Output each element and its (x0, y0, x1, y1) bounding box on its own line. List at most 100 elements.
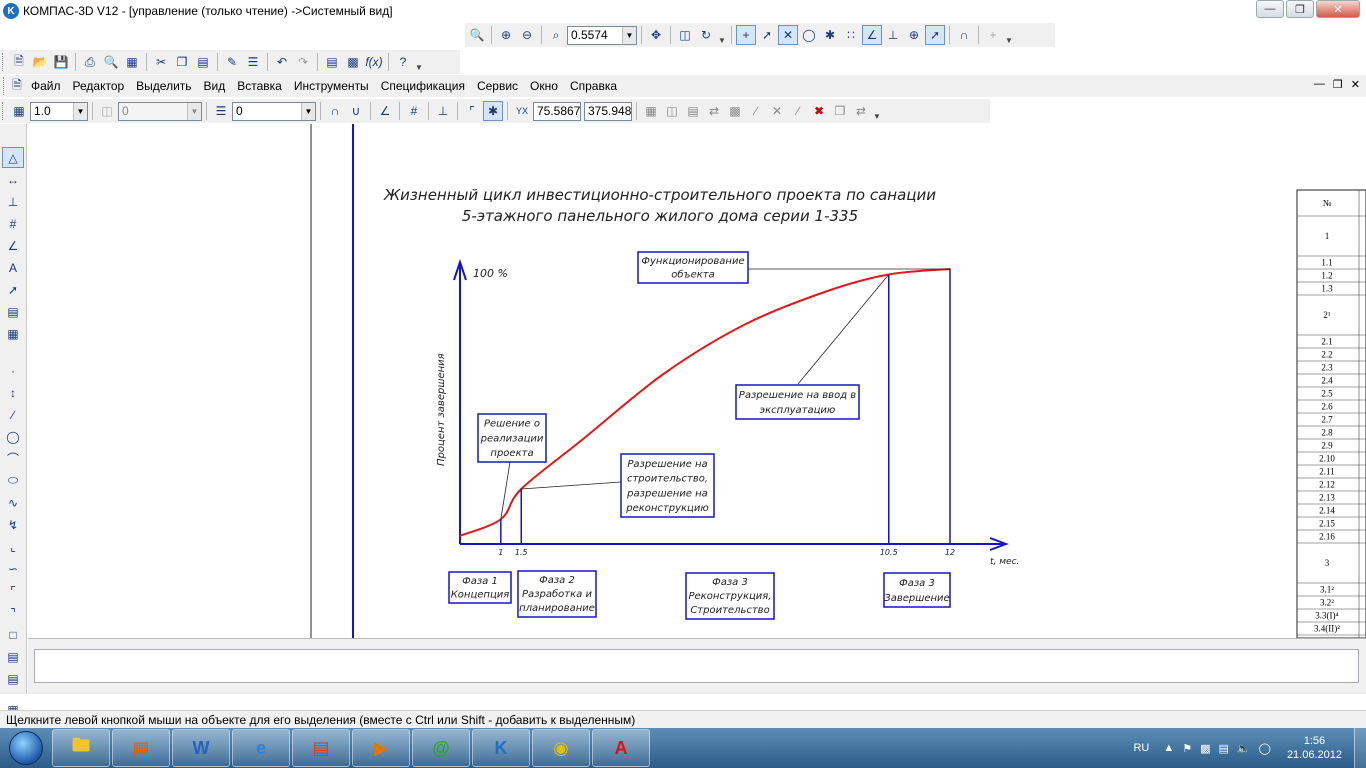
circle-tool-icon[interactable]: ◯ (2, 426, 24, 447)
doc-close-icon[interactable]: ✕ (1351, 78, 1360, 91)
hatch-tool-icon[interactable]: ▤ (2, 668, 24, 689)
edit-icon-5[interactable]: ▩ (725, 101, 745, 121)
segment-tool-icon[interactable]: ∕ (2, 404, 24, 425)
edit-icon-10[interactable]: ⇄ (851, 101, 871, 121)
redraw-icon[interactable]: ↻ (696, 25, 716, 45)
chevron-down-icon[interactable]: ▼ (622, 26, 636, 44)
add-icon[interactable]: + (983, 25, 1003, 45)
new-file-icon[interactable]: 🗎 (9, 52, 29, 72)
local-cs-icon[interactable]: ⊥ (433, 101, 453, 121)
volume-icon[interactable]: 🔈 (1237, 742, 1251, 755)
equidistant-tool-icon[interactable]: ▤ (2, 646, 24, 667)
pan-icon[interactable]: ✥ (646, 25, 666, 45)
style-combo[interactable]: 0 ▼ (232, 101, 316, 121)
spec-tool-icon[interactable]: ▤ (2, 301, 24, 322)
word-icon[interactable]: W (172, 729, 230, 767)
edit-icon-8[interactable]: ∕ (788, 101, 808, 121)
snap-angle-icon[interactable]: ∠ (862, 25, 882, 45)
menu-insert[interactable]: Вставка (231, 79, 288, 93)
zoom-in-icon[interactable]: ⊕ (496, 25, 516, 45)
edit-icon-9[interactable]: ❐ (830, 101, 850, 121)
snap-aligned-icon[interactable]: ➚ (925, 25, 945, 45)
help-icon[interactable]: ? (393, 52, 413, 72)
chevron-down-icon[interactable]: ▼ (73, 102, 87, 120)
kompas-icon[interactable]: K (472, 729, 530, 767)
snap-intersect-icon[interactable]: ✕ (778, 25, 798, 45)
rectangle-tool-icon[interactable]: □ (2, 624, 24, 645)
parametrization-tool-icon[interactable]: ∠ (2, 235, 24, 256)
ie-icon[interactable]: e (232, 729, 290, 767)
snap-xy-icon[interactable]: ⊥ (883, 25, 903, 45)
chrome-icon[interactable]: ◉ (532, 729, 590, 767)
snap-point-icon[interactable]: + (736, 25, 756, 45)
doc-minimize-icon[interactable]: — (1314, 78, 1325, 91)
security-icon[interactable]: ▩ (1200, 742, 1210, 755)
kompas-installer-icon[interactable]: ▦ (112, 729, 170, 767)
edit-icon-7[interactable]: ✕ (767, 101, 787, 121)
power-icon[interactable]: ◯ (1259, 742, 1271, 755)
menu-select[interactable]: Выделить (130, 79, 197, 93)
restore-icon[interactable]: ❐ (1286, 0, 1314, 18)
edit-icon-2[interactable]: ◫ (662, 101, 682, 121)
minimize-icon[interactable]: — (1256, 0, 1284, 18)
manager-icon[interactable]: ▤ (322, 52, 342, 72)
close-icon[interactable]: ✕ (1316, 0, 1360, 18)
snap-center-icon[interactable]: ⊕ (904, 25, 924, 45)
menu-file[interactable]: Файл (25, 79, 67, 93)
snap-nearest-icon[interactable]: ➚ (757, 25, 777, 45)
ellipse-tool-icon[interactable]: ⬭ (2, 470, 24, 491)
snap-tangent-icon[interactable]: ◯ (799, 25, 819, 45)
clock[interactable]: 1:56 21.06.2012 (1287, 734, 1342, 762)
doc-restore-icon[interactable]: ❐ (1333, 78, 1343, 91)
contour-tool-icon[interactable]: ⌞ (2, 536, 24, 557)
edit-icon-4[interactable]: ⇄ (704, 101, 724, 121)
layer-combo[interactable]: 0 ▼ (118, 101, 202, 121)
report-tool-icon[interactable]: ▦ (2, 323, 24, 344)
drawing-canvas[interactable]: Жизненный цикл инвестиционно-строительно… (28, 124, 1366, 638)
spline-tool-icon[interactable]: ∿ (2, 492, 24, 513)
chamfer-tool-icon[interactable]: ⌜ (2, 580, 24, 601)
copy-icon[interactable]: ❐ (172, 52, 192, 72)
point-tool-icon[interactable]: · (2, 360, 24, 381)
bezier-tool-icon[interactable]: ∽ (2, 558, 24, 579)
save-icon[interactable]: 💾 (51, 52, 71, 72)
fillet-tool-icon[interactable]: ⌝ (2, 602, 24, 623)
toolbar-chevron-icon[interactable]: ▼ (872, 101, 882, 121)
magnet-icon[interactable]: ∩ (325, 101, 345, 121)
ppt-icon[interactable]: ▤ (292, 729, 350, 767)
menu-service[interactable]: Сервис (471, 79, 524, 93)
coord-y-field[interactable]: 375.948 (584, 101, 632, 121)
toolbar-chevron-icon[interactable]: ▼ (1004, 25, 1014, 45)
print-preview-icon[interactable]: 🔍 (101, 52, 121, 72)
delete-icon[interactable]: ✖ (809, 101, 829, 121)
snap-normal-icon[interactable]: ✱ (820, 25, 840, 45)
properties-icon[interactable]: ☰ (243, 52, 263, 72)
variables-icon[interactable]: f(x) (364, 52, 384, 72)
open-file-icon[interactable]: 📂 (30, 52, 50, 72)
measure-tool-icon[interactable]: A (2, 257, 24, 278)
zoom-out-icon[interactable]: ⊖ (517, 25, 537, 45)
toolbar-chevron-icon[interactable]: ▼ (717, 25, 727, 45)
orthogonal-mode-icon[interactable]: ⌜ (462, 101, 482, 121)
menu-editor[interactable]: Редактор (67, 79, 131, 93)
network-icon[interactable]: ▤ (1219, 742, 1229, 755)
avira-icon[interactable]: A (592, 729, 650, 767)
menu-help[interactable]: Справка (564, 79, 623, 93)
menu-tools[interactable]: Инструменты (288, 79, 375, 93)
library-icon[interactable]: ▩ (343, 52, 363, 72)
ortho-icon[interactable]: ∠ (375, 101, 395, 121)
snap-grid-icon[interactable]: ∷ (841, 25, 861, 45)
refresh-icon[interactable]: ◫ (675, 25, 695, 45)
zoom-combo[interactable]: 0.5574 ▼ (567, 25, 637, 45)
magnet-alt-icon[interactable]: ∪ (346, 101, 366, 121)
grid-icon[interactable]: # (404, 101, 424, 121)
menu-specification[interactable]: Спецификация (375, 79, 471, 93)
format-painter-icon[interactable]: ✎ (222, 52, 242, 72)
icq-icon[interactable]: @ (412, 729, 470, 767)
toolbar-chevron-icon[interactable]: ▼ (414, 52, 424, 72)
dimensions-tool-icon[interactable]: ↔ (2, 169, 24, 190)
zoom-scale-icon[interactable]: ⌕ (546, 25, 566, 45)
print-setup-icon[interactable]: ▦ (122, 52, 142, 72)
chevron-down-icon[interactable]: ▼ (301, 102, 315, 120)
magnet-icon[interactable]: ∩ (954, 25, 974, 45)
